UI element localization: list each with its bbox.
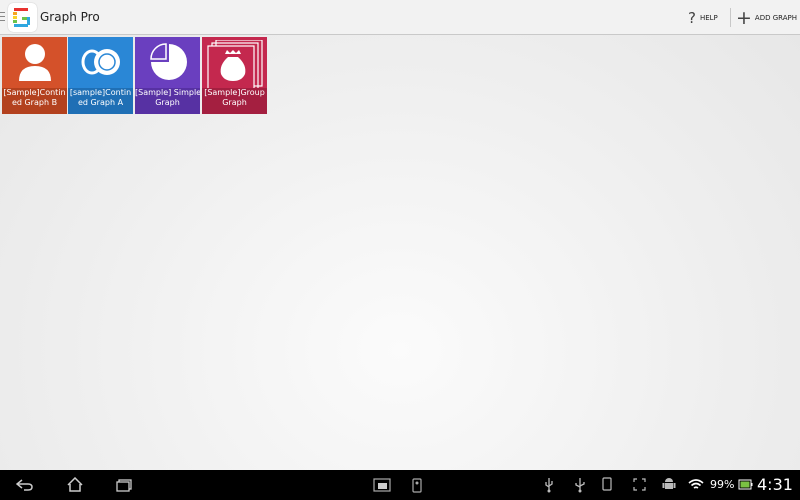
help-label: HELP bbox=[699, 14, 718, 22]
app-logo-icon[interactable] bbox=[8, 3, 37, 32]
android-icon bbox=[662, 478, 676, 489]
tile-caption: [Sample]Contin ed Graph B bbox=[2, 88, 67, 114]
wifi-icon bbox=[688, 479, 704, 489]
battery-percent: 99% bbox=[710, 478, 735, 491]
pie-chart-icon bbox=[150, 43, 187, 80]
graph-tile[interactable]: [Sample]Contin ed Graph B bbox=[2, 37, 67, 114]
battery-icon bbox=[738, 479, 753, 490]
usb-icon bbox=[575, 478, 585, 493]
action-divider bbox=[730, 8, 731, 27]
coins-icon bbox=[81, 49, 120, 75]
system-navigation-bar: 99% 4:31 bbox=[0, 470, 800, 500]
home-icon[interactable] bbox=[67, 477, 83, 492]
small-apps-icon[interactable] bbox=[373, 478, 391, 492]
phone-icon bbox=[602, 477, 612, 491]
graph-tile[interactable]: [Sample]Group Graph bbox=[202, 37, 267, 114]
graph-tile[interactable]: [Sample] Simple Graph bbox=[135, 37, 200, 114]
remote-icon[interactable] bbox=[412, 478, 422, 493]
graph-tile[interactable]: [sample]Contin ed Graph A bbox=[68, 37, 133, 114]
help-icon: ? bbox=[688, 9, 696, 27]
screenshot-icon bbox=[633, 478, 646, 491]
tile-caption: [sample]Contin ed Graph A bbox=[68, 88, 133, 114]
money-bag-icon bbox=[207, 40, 263, 90]
plus-icon: + bbox=[736, 7, 752, 29]
add-graph-label: ADD GRAPH bbox=[754, 14, 797, 22]
add-graph-button[interactable]: + ADD GRAPH bbox=[736, 7, 797, 29]
app-title: Graph Pro bbox=[40, 10, 100, 24]
tile-caption: [Sample] Simple Graph bbox=[135, 88, 200, 114]
usb-debug-icon bbox=[545, 478, 553, 493]
clock: 4:31 bbox=[757, 475, 793, 494]
tile-caption: [Sample]Group Graph bbox=[202, 88, 267, 114]
drawer-indicator-icon[interactable] bbox=[0, 12, 5, 24]
recent-apps-icon[interactable] bbox=[116, 479, 132, 492]
back-icon[interactable] bbox=[16, 479, 34, 491]
action-bar: Graph Pro ? HELP + ADD GRAPH bbox=[0, 0, 800, 35]
help-button[interactable]: ? HELP bbox=[688, 9, 718, 27]
person-icon bbox=[19, 44, 51, 81]
